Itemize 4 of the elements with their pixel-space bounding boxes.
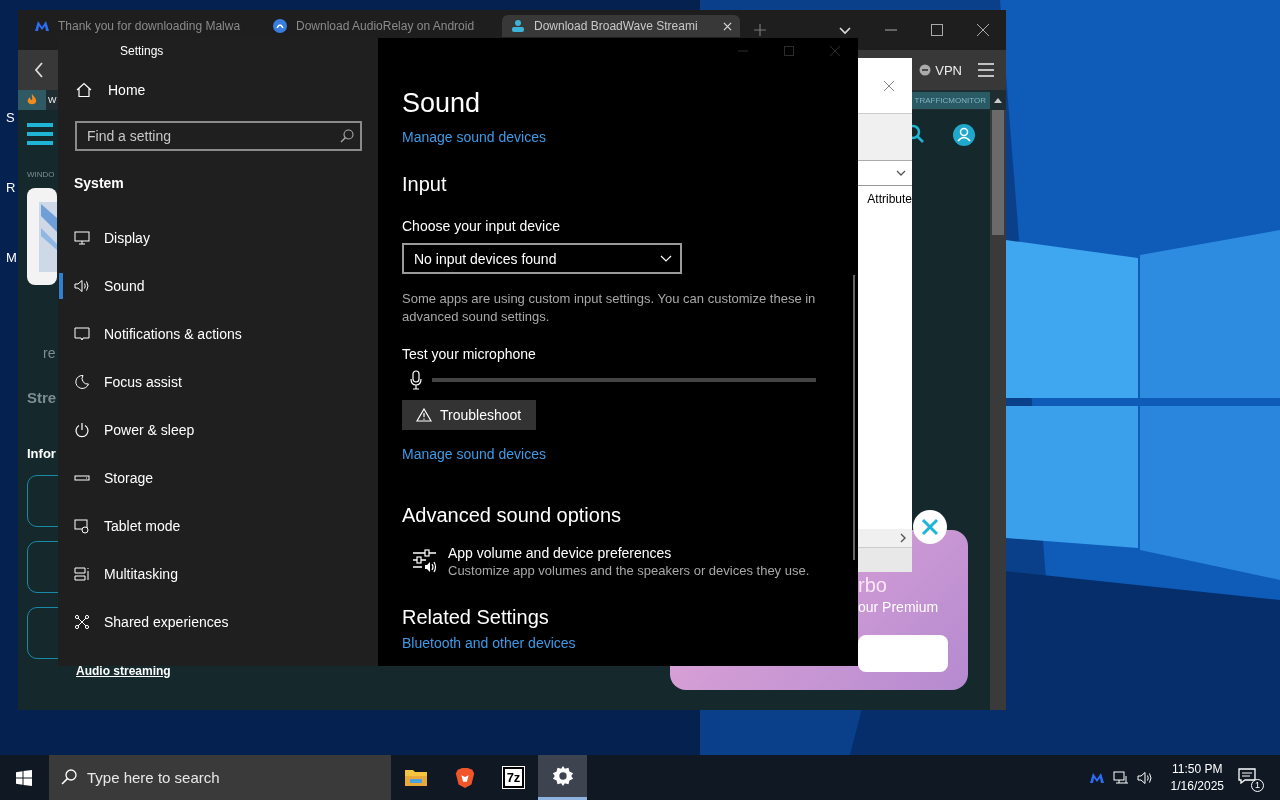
clock[interactable]: 11:50 PM 1/16/2025 — [1170, 760, 1224, 795]
archive-app-icon: 7z — [502, 767, 525, 788]
taskbar-app-button[interactable]: 7z — [489, 755, 538, 800]
search-field[interactable]: Type here to search — [49, 755, 391, 800]
